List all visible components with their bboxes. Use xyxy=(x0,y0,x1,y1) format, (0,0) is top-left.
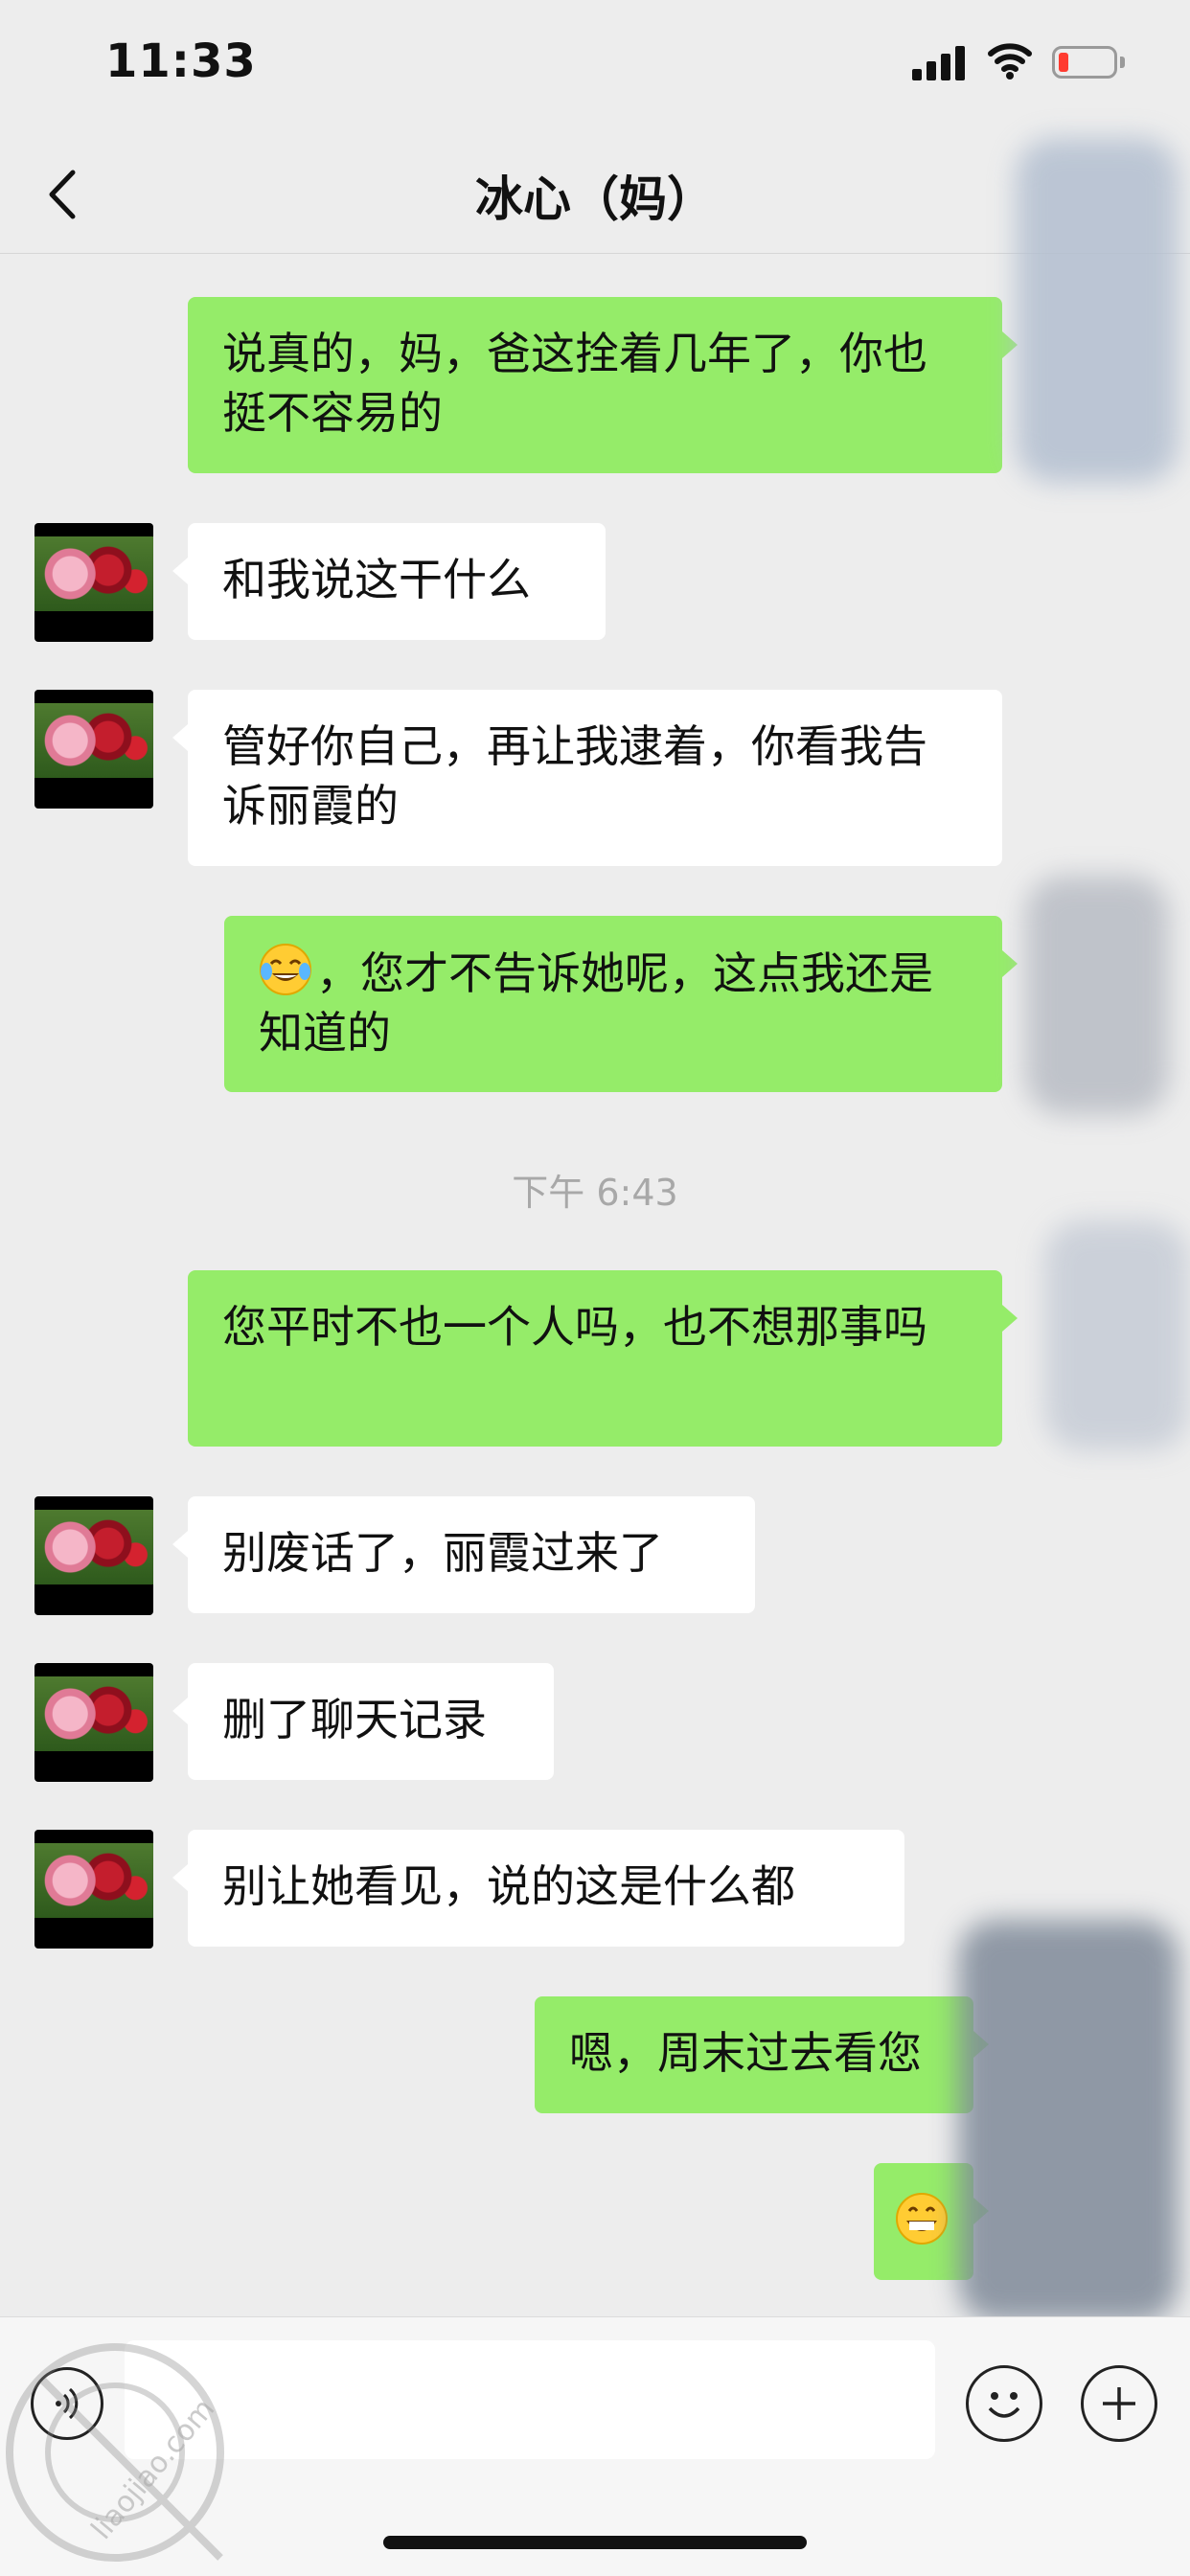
status-time: 11:33 xyxy=(105,34,257,88)
contact-avatar[interactable] xyxy=(34,690,153,809)
message-text: 删了聊天记录 xyxy=(222,1694,487,1745)
message-text: 说真的，妈，爸这拴着几年了，你也挺不容易的 xyxy=(222,328,927,439)
message-bubble-incoming[interactable]: 和我说这干什么 xyxy=(172,523,606,640)
grinning-emoji-icon xyxy=(896,2193,948,2245)
message-text: 管好你自己，再让我逮着，你看我告诉丽霞的 xyxy=(222,720,927,832)
message-text: 您平时不也一个人吗，也不想那事吗 xyxy=(222,1301,927,1353)
message-bubble-outgoing[interactable]: 说真的，妈，爸这拴着几年了，你也挺不容易的 xyxy=(188,297,1018,473)
privacy-blur-patch xyxy=(1016,138,1179,483)
contact-avatar[interactable] xyxy=(34,1496,153,1615)
message-bubble-incoming[interactable]: 别废话了，丽霞过来了 xyxy=(172,1496,755,1613)
privacy-blur-patch xyxy=(1044,1220,1188,1450)
message-text: 嗯，周末过去看您 xyxy=(569,2027,922,2079)
contact-avatar[interactable] xyxy=(34,1830,153,1949)
watermark-logo-icon xyxy=(6,2343,224,2562)
nav-bar: 冰心（妈） xyxy=(0,134,1190,254)
contact-avatar[interactable] xyxy=(34,523,153,642)
tears-of-joy-emoji-icon xyxy=(260,944,311,995)
home-indicator[interactable] xyxy=(383,2536,807,2549)
message-text: 和我说这干什么 xyxy=(222,554,531,605)
message-bubble-incoming[interactable]: 删了聊天记录 xyxy=(172,1663,554,1780)
timestamp: 下午 6:43 xyxy=(512,1172,678,1214)
battery-icon xyxy=(1052,46,1127,80)
message-text: 别让她看见，说的这是什么都 xyxy=(222,1860,795,1912)
message-bubble-outgoing[interactable]: ，您才不告诉她呢，这点我还是知道的 xyxy=(224,916,1018,1092)
chat-title: 冰心（妈） xyxy=(475,171,715,227)
message-bubble-incoming[interactable]: 别让她看见，说的这是什么都 xyxy=(172,1830,904,1947)
status-bar: 11:33 xyxy=(0,0,1190,134)
message-bubble-outgoing[interactable]: 嗯，周末过去看您 xyxy=(535,1996,989,2113)
contact-avatar[interactable] xyxy=(34,1663,153,1782)
privacy-blur-patch xyxy=(958,1920,1179,2322)
message-bubble-incoming[interactable]: 管好你自己，再让我逮着，你看我告诉丽霞的 xyxy=(172,690,1002,866)
wifi-icon xyxy=(988,43,1032,80)
message-text: ，您才不告诉她呢，这点我还是知道的 xyxy=(259,947,933,1059)
privacy-blur-patch xyxy=(1025,876,1169,1115)
message-text: 别废话了，丽霞过来了 xyxy=(222,1527,663,1579)
message-list: 说真的，妈，爸这拴着几年了，你也挺不容易的 和我说这干什么 管好你自己，再让我逮… xyxy=(0,138,1190,2322)
signal-icon xyxy=(912,46,966,80)
plus-icon[interactable] xyxy=(1081,2365,1157,2442)
smiley-icon[interactable] xyxy=(966,2365,1042,2442)
message-bubble-outgoing[interactable]: 您平时不也一个人吗，也不想那事吗 xyxy=(188,1270,1018,1447)
